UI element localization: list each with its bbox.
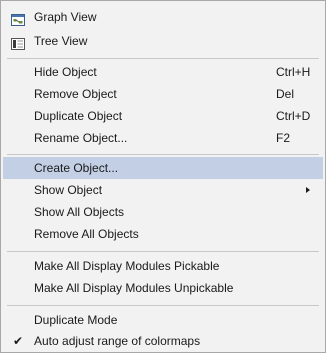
menu-separator [7, 58, 319, 59]
menu-item-show-object[interactable]: Show Object [3, 179, 323, 201]
menu-item-label: Duplicate Object [34, 109, 123, 123]
menu-item-label: Graph View [34, 10, 97, 24]
menu-item-rename-object[interactable]: Rename Object... F2 [3, 127, 323, 149]
menu-item-show-all-objects[interactable]: Show All Objects [3, 201, 323, 223]
graph-view-icon [11, 11, 25, 26]
checkmark-icon: ✔ [13, 334, 24, 348]
menu-separator [7, 305, 319, 306]
tree-view-icon [11, 35, 25, 50]
menu-item-label: Rename Object... [34, 131, 128, 145]
menu-item-label: Show Object [34, 183, 103, 197]
menu-item-label: Auto adjust range of colormaps [34, 334, 201, 348]
context-menu: Graph View Tree View Hide Object Ctrl+H … [0, 0, 326, 353]
shortcut-label: Ctrl+D [276, 109, 311, 123]
menu-item-label: Remove Object [34, 87, 117, 101]
menu-separator [7, 251, 319, 252]
menu-item-create-object[interactable]: Create Object... [3, 157, 323, 179]
shortcut-label: F2 [276, 131, 291, 145]
shortcut-label: Ctrl+H [276, 65, 311, 79]
menu-item-label: Show All Objects [34, 205, 125, 219]
menu-item-label: Remove All Objects [34, 227, 139, 241]
menu-item-label: Tree View [34, 34, 88, 48]
shortcut-label: Del [276, 87, 295, 101]
menu-item-duplicate-object[interactable]: Duplicate Object Ctrl+D [3, 105, 323, 127]
menu-item-label: Create Object... [34, 161, 119, 175]
menu-item-remove-object[interactable]: Remove Object Del [3, 83, 323, 105]
menu-item-make-unpickable[interactable]: Make All Display Modules Unpickable [3, 277, 323, 299]
menu-separator [7, 154, 319, 155]
menu-item-label: Duplicate Mode [34, 313, 118, 327]
menu-item-hide-object[interactable]: Hide Object Ctrl+H [3, 61, 323, 83]
menu-item-auto-adjust-colormaps[interactable]: ✔ Auto adjust range of colormaps [3, 330, 323, 352]
menu-item-tree-view[interactable]: Tree View [3, 30, 323, 52]
menu-item-remove-all-objects[interactable]: Remove All Objects [3, 223, 323, 245]
menu-item-graph-view[interactable]: Graph View [3, 6, 323, 28]
menu-item-label: Hide Object [34, 65, 97, 79]
menu-item-make-pickable[interactable]: Make All Display Modules Pickable [3, 255, 323, 277]
menu-item-label: Make All Display Modules Unpickable [34, 281, 234, 295]
menu-item-label: Make All Display Modules Pickable [34, 259, 220, 273]
submenu-arrow-icon [306, 187, 310, 193]
menu-item-duplicate-mode[interactable]: Duplicate Mode [3, 309, 323, 331]
